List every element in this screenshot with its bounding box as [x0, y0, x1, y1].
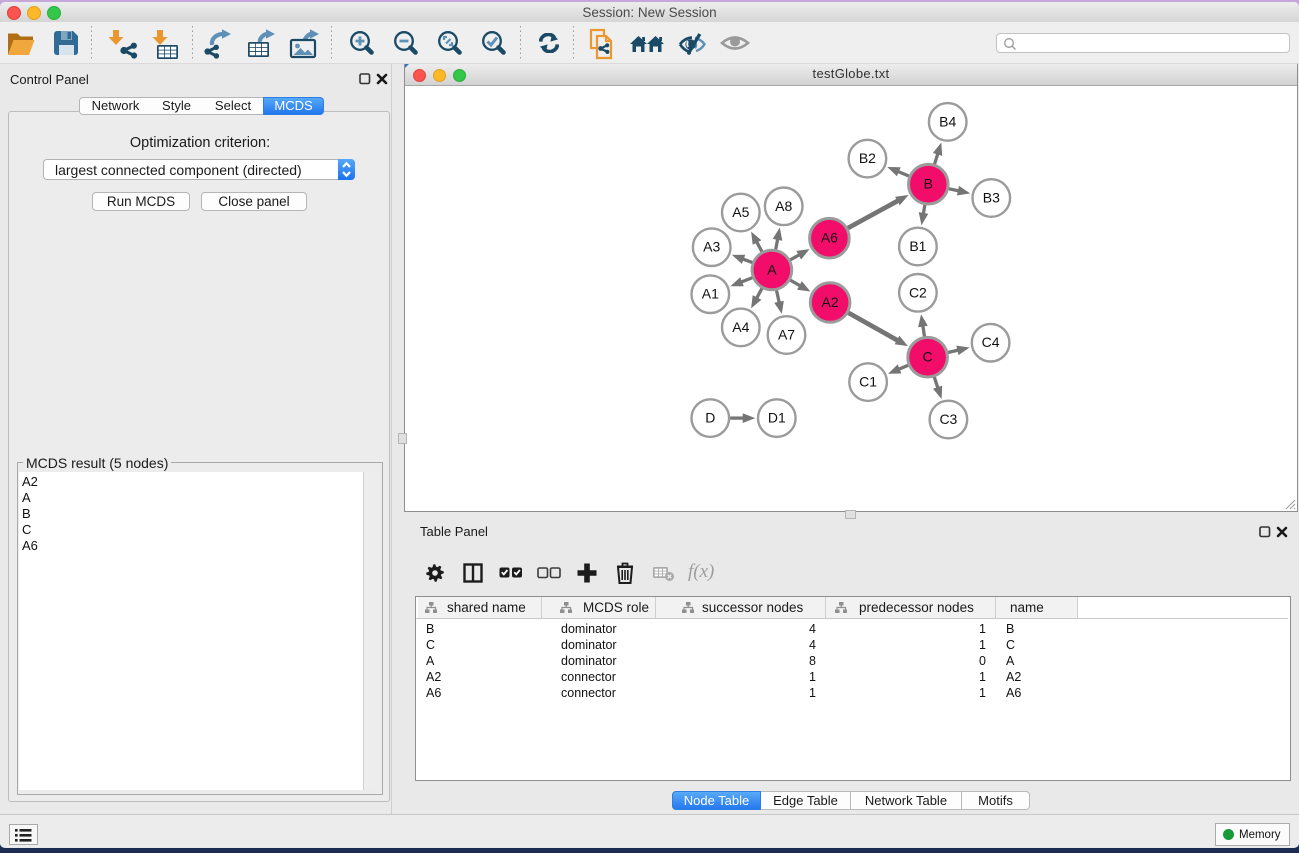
svg-text:D1: D1: [768, 409, 786, 425]
svg-text:C1: C1: [859, 373, 877, 389]
svg-text:A1: A1: [702, 285, 719, 301]
svg-text:C2: C2: [909, 284, 927, 300]
svg-text:A3: A3: [703, 238, 720, 254]
svg-text:C4: C4: [982, 334, 1000, 350]
svg-text:A7: A7: [778, 326, 795, 342]
svg-text:A8: A8: [775, 197, 792, 213]
svg-text:A: A: [767, 261, 777, 277]
svg-text:A4: A4: [732, 318, 749, 334]
svg-text:A6: A6: [821, 229, 838, 245]
svg-text:C: C: [923, 348, 933, 364]
svg-text:B1: B1: [909, 238, 926, 254]
svg-text:B4: B4: [939, 113, 956, 129]
svg-text:C3: C3: [939, 411, 957, 427]
svg-text:A2: A2: [822, 294, 839, 310]
svg-text:A5: A5: [732, 204, 749, 220]
svg-text:D: D: [705, 409, 715, 425]
svg-text:B3: B3: [983, 189, 1000, 205]
svg-text:B2: B2: [859, 150, 876, 166]
svg-text:B: B: [924, 175, 933, 191]
